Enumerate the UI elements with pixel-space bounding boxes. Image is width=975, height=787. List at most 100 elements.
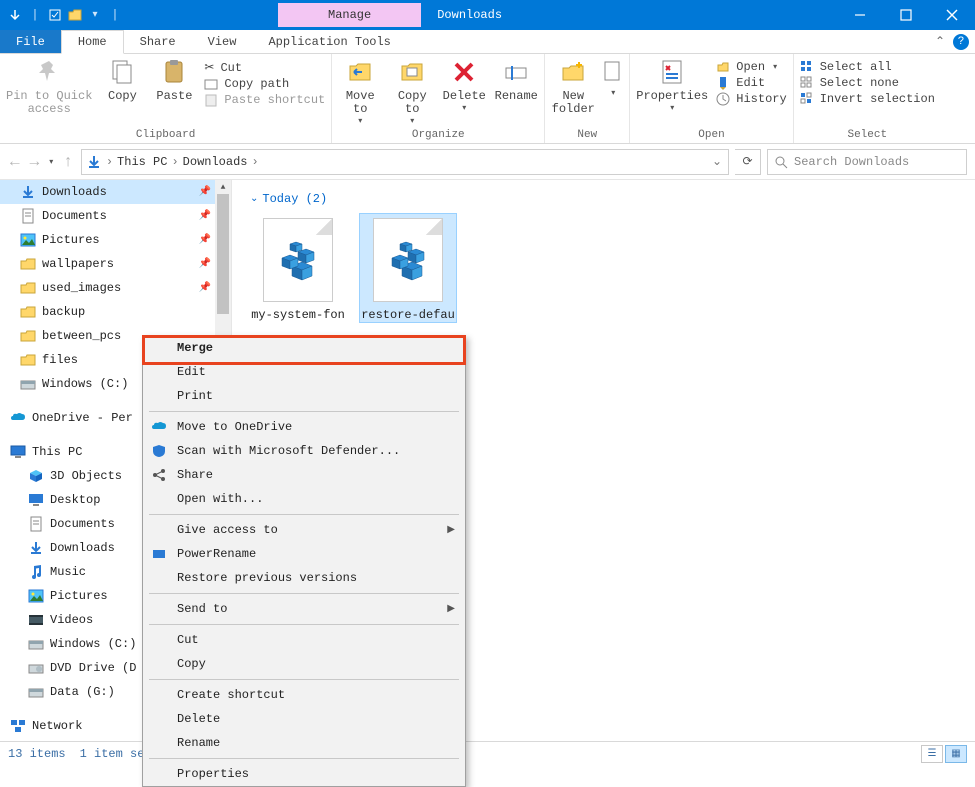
ctx-cut[interactable]: Cut xyxy=(143,628,465,652)
nav-quick-item[interactable]: used_images📌 xyxy=(0,276,231,300)
ctx-give-access[interactable]: Give access to▶ xyxy=(143,518,465,542)
paste-button[interactable]: Paste xyxy=(152,58,196,103)
nav-item-label: Videos xyxy=(50,613,93,627)
powerrename-icon xyxy=(151,546,167,562)
view-details-button[interactable]: ☰ xyxy=(921,745,943,763)
crumb-chevron-icon[interactable]: › xyxy=(251,155,258,169)
ctx-delete[interactable]: Delete xyxy=(143,707,465,731)
copy-button[interactable]: Copy xyxy=(100,58,144,103)
scroll-up-icon[interactable]: ▲ xyxy=(215,180,231,194)
copy-path-button[interactable]: Copy path xyxy=(204,77,325,91)
nav-item-icon xyxy=(20,280,36,296)
up-button[interactable]: ↑ xyxy=(61,153,75,171)
ctx-rename[interactable]: Rename xyxy=(143,731,465,755)
crumb-thispc[interactable]: This PC xyxy=(117,155,167,169)
new-folder-button[interactable]: New folder xyxy=(551,58,595,116)
copyto-icon xyxy=(398,58,426,86)
ctx-giveaccess-label: Give access to xyxy=(177,523,278,537)
new-item-button[interactable]: ▾ xyxy=(603,58,623,99)
ribbon-edit-button[interactable]: Edit xyxy=(716,76,786,90)
ctx-open-with[interactable]: Open with... xyxy=(143,487,465,511)
back-button[interactable]: ← xyxy=(8,153,22,171)
nav-item-icon xyxy=(28,660,44,676)
help-icon[interactable]: ? xyxy=(953,34,969,50)
ribbon-group-open: Properties▾ Open▾ Edit History Open xyxy=(630,54,793,143)
select-none-button[interactable]: Select none xyxy=(800,76,935,90)
qat-down-arrow-icon[interactable] xyxy=(6,5,24,25)
scroll-thumb[interactable] xyxy=(217,194,229,314)
forward-button[interactable]: → xyxy=(28,153,42,171)
file-tab[interactable]: File xyxy=(0,30,61,53)
ctx-separator xyxy=(149,411,459,412)
select-group-label: Select xyxy=(847,127,887,143)
ctx-copy[interactable]: Copy xyxy=(143,652,465,676)
cut-button[interactable]: ✂Cut xyxy=(204,60,325,75)
move-to-button[interactable]: Move to▾ xyxy=(338,58,382,127)
ctx-move-onedrive[interactable]: Move to OneDrive xyxy=(143,415,465,439)
ctx-edit[interactable]: Edit xyxy=(143,360,465,384)
ctx-properties-label: Properties xyxy=(177,767,249,781)
ctx-restore-previous[interactable]: Restore previous versions xyxy=(143,566,465,590)
properties-button[interactable]: Properties▾ xyxy=(636,58,708,114)
ctx-cut-label: Cut xyxy=(177,633,199,647)
ctx-shortcut-label: Create shortcut xyxy=(177,688,285,702)
manage-contextual-tab[interactable]: Manage xyxy=(278,3,421,27)
open-icon xyxy=(716,60,730,74)
file-tile[interactable]: restore-defau xyxy=(360,214,456,322)
delete-button[interactable]: Delete▾ xyxy=(442,58,486,114)
ctx-merge[interactable]: Merge xyxy=(143,336,465,360)
refresh-button[interactable]: ⟳ xyxy=(735,149,761,175)
ctx-create-shortcut[interactable]: Create shortcut xyxy=(143,683,465,707)
file-tile[interactable]: my-system-fon xyxy=(250,214,346,322)
invert-selection-button[interactable]: Invert selection xyxy=(800,92,935,106)
qat-checkbox-icon[interactable] xyxy=(46,5,64,25)
apptools-tab[interactable]: Application Tools xyxy=(252,30,406,53)
ctx-defender-label: Scan with Microsoft Defender... xyxy=(177,444,400,458)
nav-quick-item[interactable]: Pictures📌 xyxy=(0,228,231,252)
nav-quick-item[interactable]: backup xyxy=(0,300,231,324)
file-thumbnail xyxy=(373,218,443,302)
qat-dropdown-icon[interactable]: ▾ xyxy=(86,5,104,25)
crumb-chevron-icon[interactable]: › xyxy=(171,155,178,169)
address-bar[interactable]: › This PC › Downloads › ⌄ xyxy=(81,149,729,175)
nav-quick-item[interactable]: wallpapers📌 xyxy=(0,252,231,276)
close-button[interactable] xyxy=(929,0,975,30)
paste-shortcut-button[interactable]: Paste shortcut xyxy=(204,93,325,107)
select-all-button[interactable]: Select all xyxy=(800,60,935,74)
ctx-print[interactable]: Print xyxy=(143,384,465,408)
group-header-today[interactable]: ⌄ Today (2) xyxy=(250,192,957,206)
delete-icon xyxy=(450,58,478,86)
recent-locations-button[interactable]: ▾ xyxy=(47,157,55,167)
thispc-icon xyxy=(10,444,26,460)
copyto-label: Copy to xyxy=(398,90,427,116)
address-dropdown-icon[interactable]: ⌄ xyxy=(712,154,722,169)
view-large-icons-button[interactable]: ▦ xyxy=(945,745,967,763)
minimize-button[interactable] xyxy=(837,0,883,30)
nav-item-icon xyxy=(28,492,44,508)
nav-quick-item[interactable]: Documents📌 xyxy=(0,204,231,228)
share-tab[interactable]: Share xyxy=(124,30,192,53)
ribbon-open-button[interactable]: Open▾ xyxy=(716,60,786,74)
rename-button[interactable]: Rename xyxy=(494,58,538,103)
collapse-ribbon-icon[interactable]: ⌃ xyxy=(935,34,945,49)
crumb-chevron-icon[interactable]: › xyxy=(106,155,113,169)
ctx-defender[interactable]: Scan with Microsoft Defender... xyxy=(143,439,465,463)
nav-item-label: wallpapers xyxy=(42,257,114,271)
crumb-downloads[interactable]: Downloads xyxy=(183,155,248,169)
copy-to-button[interactable]: Copy to▾ xyxy=(390,58,434,127)
ribbon-history-button[interactable]: History xyxy=(716,92,786,106)
nav-quick-item[interactable]: Downloads📌 xyxy=(0,180,231,204)
qat-folder-icon[interactable] xyxy=(66,5,84,25)
clipboard-group-label: Clipboard xyxy=(136,127,195,143)
maximize-button[interactable] xyxy=(883,0,929,30)
search-box[interactable]: Search Downloads xyxy=(767,149,967,175)
ctx-send-to[interactable]: Send to▶ xyxy=(143,597,465,621)
ctx-properties[interactable]: Properties xyxy=(143,762,465,786)
pin-to-quick-access-button[interactable]: Pin to Quick access xyxy=(6,58,92,116)
newfolder-icon xyxy=(559,58,587,86)
ctx-share[interactable]: Share xyxy=(143,463,465,487)
ctx-powerrename[interactable]: PowerRename xyxy=(143,542,465,566)
home-tab[interactable]: Home xyxy=(61,30,124,54)
home-tab-label: Home xyxy=(78,35,107,49)
view-tab[interactable]: View xyxy=(192,30,253,53)
